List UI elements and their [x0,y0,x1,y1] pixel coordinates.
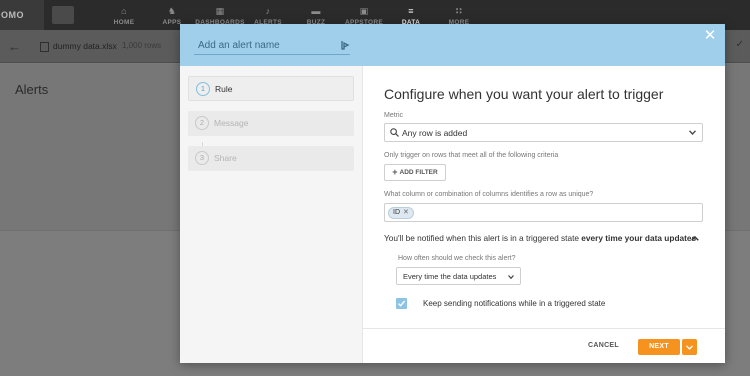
back-arrow-icon[interactable]: ← [8,39,21,54]
step-label: Rule [215,84,233,94]
frequency-select[interactable]: Every time the data updates [396,267,521,285]
step-rule[interactable]: 1 Rule [188,76,354,101]
row-count: 1,000 rows [122,41,162,50]
user-avatar[interactable] [52,6,74,24]
column-tag: ID ✕ [388,207,414,219]
close-icon[interactable]: ✕ [703,28,717,43]
alert-name-input[interactable] [194,37,350,55]
metric-select[interactable]: Any row is added [384,123,703,142]
next-options-button[interactable] [682,339,697,355]
modal-footer: CANCEL NEXT [363,328,725,363]
step-number: 2 [195,116,209,130]
next-button[interactable]: NEXT [638,339,680,355]
spreadsheet-icon [40,42,49,52]
unique-label: What column or combination of columns id… [384,191,594,198]
logo-text: DOMO [0,10,24,20]
tag-label: ID [393,209,400,216]
nav-label: APPS [162,19,182,26]
step-number: 3 [195,151,209,165]
how-often-label: How often should we check this alert? [398,255,516,262]
notify-prefix: You'll be notified when this alert is in… [384,233,582,243]
keep-sending-checkbox[interactable] [396,298,407,309]
step-share[interactable]: 3 Share [188,146,354,171]
metric-label: Metric [384,112,404,119]
notify-summary[interactable]: You'll be notified when this alert is in… [384,233,696,243]
step-message[interactable]: 2 Message [188,111,354,136]
chevron-down-icon [689,130,696,135]
modal-header: ✕ [180,24,725,66]
add-filter-button[interactable]: + ADD FILTER [384,164,446,181]
chevron-down-icon [686,345,693,350]
page-title: Alerts [15,82,49,97]
notify-bold: every time your data updates [581,233,697,243]
add-filter-label: ADD FILTER [399,169,438,176]
checkmark-icon [398,300,406,307]
right-panel [725,64,750,230]
step-number: 1 [196,82,210,96]
unique-columns-input[interactable]: ID ✕ [384,203,703,222]
grid-icon: ∷ [455,6,463,16]
chevron-down-icon [508,275,514,279]
criteria-label: Only trigger on rows that meet all of th… [384,152,559,159]
domo-logo[interactable]: DOMO [0,0,44,30]
pencil-icon[interactable] [341,40,350,50]
config-heading: Configure when you want your alert to tr… [384,86,664,102]
keep-sending-label: Keep sending notifications while in a tr… [423,299,606,308]
chevron-up-icon[interactable] [691,236,699,241]
step-label: Message [214,118,249,128]
dataset-name: dummy data.xlsx [53,41,117,51]
search-icon [390,128,399,137]
remove-tag-icon[interactable]: ✕ [403,209,409,216]
more-options-icon[interactable]: ✓ [736,39,744,50]
nav-label: HOME [113,19,135,26]
steps-sidebar: 1 Rule 2 Message 3 Share [180,66,363,363]
cancel-button[interactable]: CANCEL [588,342,619,349]
plus-icon: + [392,167,398,177]
rule-config-panel: Configure when you want your alert to tr… [363,66,725,328]
frequency-value: Every time the data updates [403,272,497,281]
metric-value: Any row is added [402,128,468,138]
create-alert-modal: ✕ 1 Rule 2 Message 3 Share Configure whe… [180,24,725,363]
step-label: Share [214,153,237,163]
